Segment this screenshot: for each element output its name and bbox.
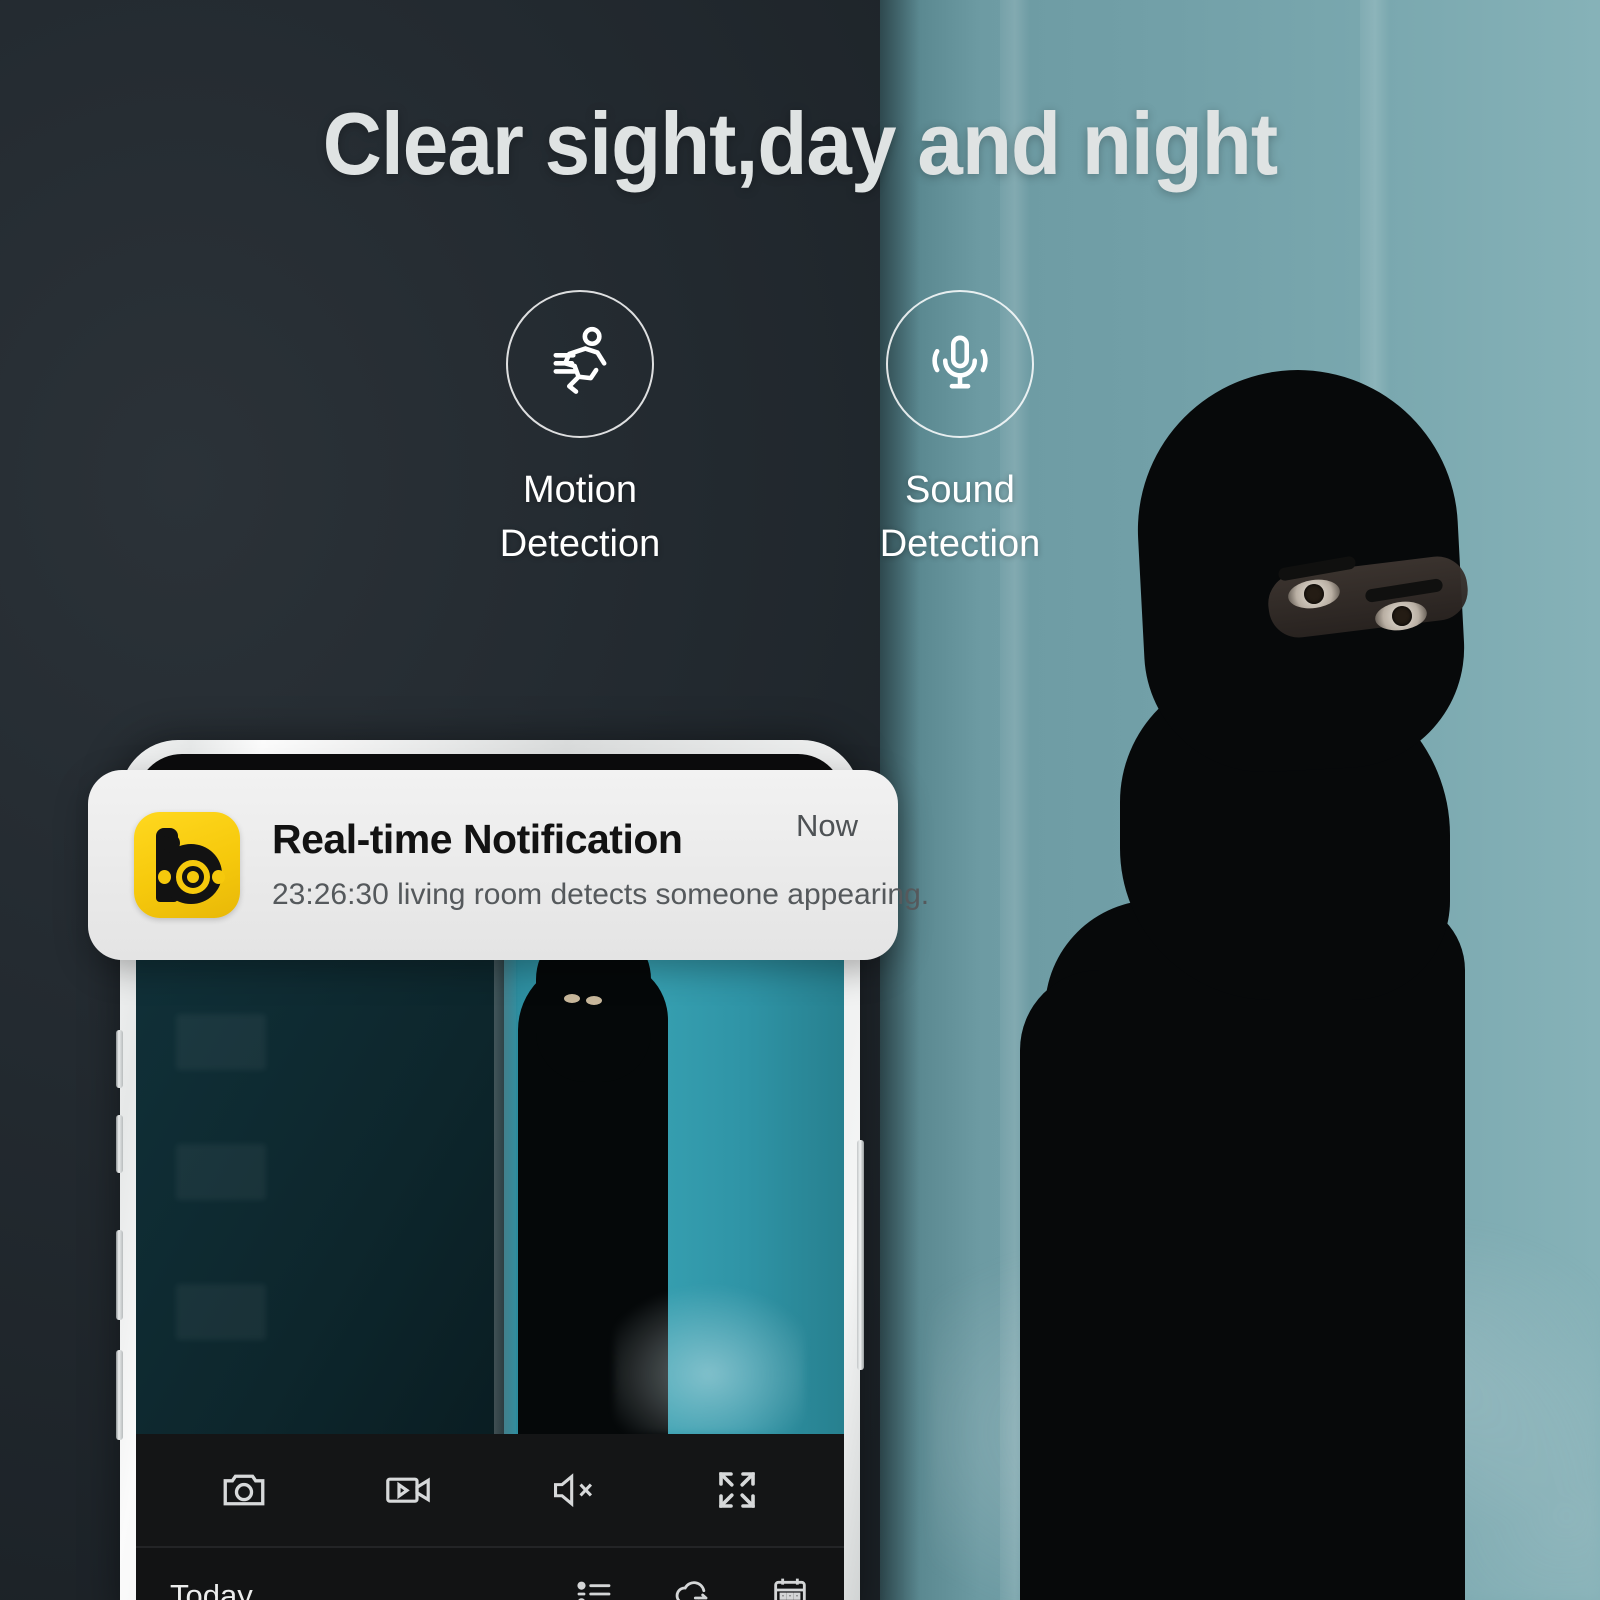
phone-button[interactable] bbox=[116, 1115, 123, 1173]
feature-label-line2: Detection bbox=[879, 522, 1041, 565]
page-title: Clear sight,day and night bbox=[322, 94, 1278, 193]
feed-shelf bbox=[176, 1144, 266, 1200]
phone-volume-down-button[interactable] bbox=[116, 1350, 123, 1440]
feature-label-line1: Sound bbox=[905, 469, 1015, 511]
feed-background-furniture bbox=[614, 1284, 804, 1434]
feature-label-line2: Detection bbox=[499, 522, 661, 565]
record-button[interactable] bbox=[383, 1464, 435, 1516]
feature-sound-detection: Sound Detection bbox=[810, 290, 1110, 572]
app-logo-icon bbox=[134, 812, 240, 918]
cloud-sync-icon[interactable] bbox=[670, 1574, 714, 1600]
logo-lens bbox=[176, 860, 210, 894]
feed-intruder-head bbox=[536, 954, 652, 1082]
feed-door-edge bbox=[493, 954, 516, 1434]
intruder-pupil-right bbox=[1392, 606, 1412, 626]
notification-card[interactable]: Real-time Notification 23:26:30 living r… bbox=[88, 770, 930, 960]
notification-content: Real-time Notification 23:26:30 living r… bbox=[272, 816, 930, 912]
notification-title: Real-time Notification bbox=[272, 816, 683, 863]
recordings-header: Today bbox=[136, 1548, 844, 1600]
playback-control-bar bbox=[136, 1434, 844, 1546]
feature-label-line1: Motion bbox=[522, 469, 638, 511]
feature-icon-circle bbox=[506, 290, 654, 438]
feature-label: Sound Detection bbox=[810, 464, 1110, 572]
phone-power-button[interactable] bbox=[857, 1140, 864, 1370]
notification-body: 23:26:30 living room detects someone app… bbox=[272, 877, 930, 911]
logo-hook bbox=[162, 834, 180, 852]
mute-button[interactable] bbox=[549, 1465, 599, 1515]
logo-ear-left bbox=[158, 870, 171, 884]
logo-ear-right bbox=[212, 870, 225, 884]
fullscreen-button[interactable] bbox=[713, 1466, 761, 1514]
feed-shelf bbox=[176, 1014, 266, 1070]
feed-shelf bbox=[176, 1284, 266, 1340]
phone-button[interactable] bbox=[116, 1030, 123, 1088]
intruder-shoulder bbox=[1020, 970, 1260, 1600]
feed-intruder-eye bbox=[585, 996, 602, 1005]
snapshot-button[interactable] bbox=[219, 1465, 269, 1515]
today-label: Today bbox=[170, 1578, 253, 1600]
camera-live-feed[interactable] bbox=[136, 954, 844, 1434]
phone-volume-up-button[interactable] bbox=[116, 1230, 123, 1320]
recordings-actions bbox=[574, 1574, 810, 1600]
calendar-icon[interactable] bbox=[770, 1574, 810, 1600]
filter-list-icon[interactable] bbox=[574, 1574, 614, 1600]
feature-label: Motion Detection bbox=[430, 464, 730, 572]
feature-motion-detection: Motion Detection bbox=[430, 290, 730, 572]
feature-icon-circle bbox=[886, 290, 1034, 438]
intruder-pupil-left bbox=[1304, 584, 1324, 604]
feature-list: Motion Detection Sound Detection bbox=[430, 290, 1190, 570]
sound-detection-icon bbox=[917, 319, 1003, 410]
notification-timestamp: Now bbox=[795, 808, 858, 843]
motion-detection-icon bbox=[537, 319, 623, 410]
